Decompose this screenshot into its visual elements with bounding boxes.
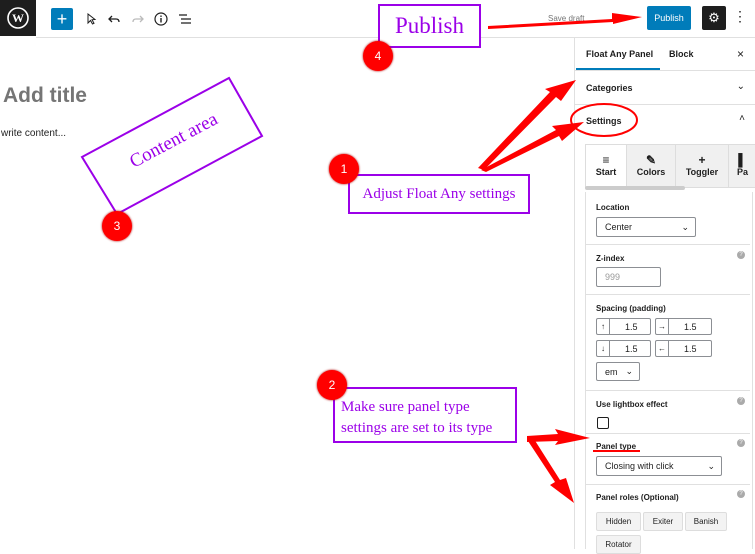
annotation-line: settings are set to its type (341, 420, 493, 436)
publish-annotation: Publish (378, 4, 481, 48)
annotation-line: Make sure panel type (341, 399, 470, 415)
arrow-to-panel-type (527, 429, 590, 445)
arrow-to-publish (488, 13, 642, 29)
arrow-to-settings (481, 122, 584, 172)
settings-highlight-ellipse (570, 103, 638, 137)
arrow-to-panel-roles (528, 439, 574, 503)
step-badge-1: 1 (329, 154, 359, 184)
step-badge-2: 2 (317, 370, 347, 400)
annotation-overlay (80, 13, 642, 503)
float-any-annotation: Adjust Float Any settings (348, 174, 530, 214)
step-badge-3: 3 (102, 211, 132, 241)
step-badge-4: 4 (363, 41, 393, 71)
panel-type-annotation: Make sure panel type settings are set to… (333, 387, 517, 443)
